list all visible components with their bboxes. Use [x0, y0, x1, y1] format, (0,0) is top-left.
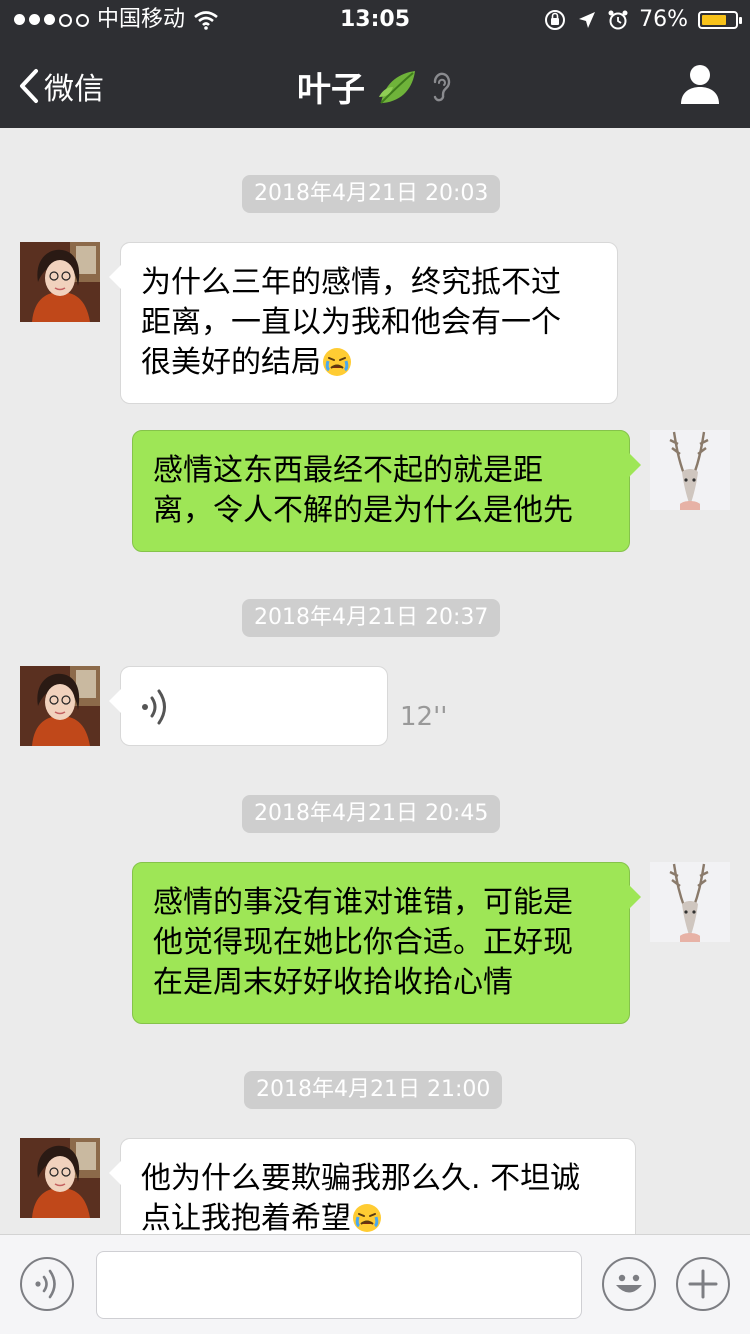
timestamp: 2018年4月21日 20:45 [242, 795, 501, 833]
my-avatar[interactable] [650, 430, 730, 510]
voice-input-button[interactable] [20, 1257, 74, 1311]
outgoing-message[interactable]: 感情的事没有谁对谁错，可能是 他觉得现在她比你合适。正好现 在是周末好好收拾收拾… [132, 862, 641, 1024]
smiley-icon [616, 1274, 642, 1293]
incoming-message[interactable]: 为什么三年的感情，终究抵不过 距离，一直以为我和他会有一个 很美好的结局 [109, 242, 618, 404]
message-text: 感情这东西最经不起的就是距 离，令人不解的是为什么是他先 [153, 453, 573, 528]
status-right: 76% [543, 0, 742, 40]
contact-profile-button[interactable] [678, 62, 722, 106]
leaf-icon [379, 70, 415, 104]
ear-icon [433, 72, 451, 101]
wechat-chat-screen: 中国移动 13:05 76% 微信 叶子 2018年4月21日 20:03 为什… [0, 0, 750, 1334]
timestamp: 2018年4月21日 20:37 [242, 599, 501, 637]
chat-title: 叶子 [0, 62, 750, 111]
contact-avatar[interactable] [20, 1138, 100, 1218]
battery-percent: 76% [639, 7, 688, 32]
crying-emoji [323, 348, 351, 376]
emoji-button[interactable] [602, 1257, 656, 1311]
contact-avatar[interactable] [20, 242, 100, 322]
alarm-icon [608, 10, 628, 30]
my-avatar[interactable] [650, 862, 730, 942]
plus-icon [688, 1269, 718, 1299]
timestamp: 2018年4月21日 21:00 [244, 1071, 503, 1109]
voice-wave-icon [142, 689, 166, 725]
message-text: 感情的事没有谁对谁错，可能是 他觉得现在她比你合适。正好现 在是周末好好收拾收拾… [153, 885, 573, 1000]
voice-duration: 12'' [400, 702, 448, 732]
voice-message[interactable] [109, 666, 388, 746]
outgoing-message[interactable]: 感情这东西最经不起的就是距 离，令人不解的是为什么是他先 [132, 430, 641, 552]
chat-messages[interactable]: 2018年4月21日 20:03 为什么三年的感情，终究抵不过 距离，一直以为我… [0, 128, 750, 1260]
battery-icon [698, 11, 742, 29]
status-bar: 中国移动 13:05 76% [0, 0, 750, 40]
contact-avatar[interactable] [20, 666, 100, 746]
rotation-lock-icon [545, 10, 566, 30]
voice-icon [35, 1269, 56, 1299]
timestamp: 2018年4月21日 20:03 [242, 175, 501, 213]
message-input[interactable] [96, 1251, 582, 1319]
navigation-bar: 微信 叶子 [0, 40, 750, 128]
crying-emoji [353, 1204, 381, 1232]
location-icon [579, 12, 596, 28]
person-icon [681, 65, 719, 104]
input-bar [0, 1234, 750, 1334]
add-attachment-button[interactable] [676, 1257, 730, 1311]
top-bar: 中国移动 13:05 76% 微信 叶子 [0, 0, 750, 128]
contact-name: 叶子 [297, 70, 365, 110]
